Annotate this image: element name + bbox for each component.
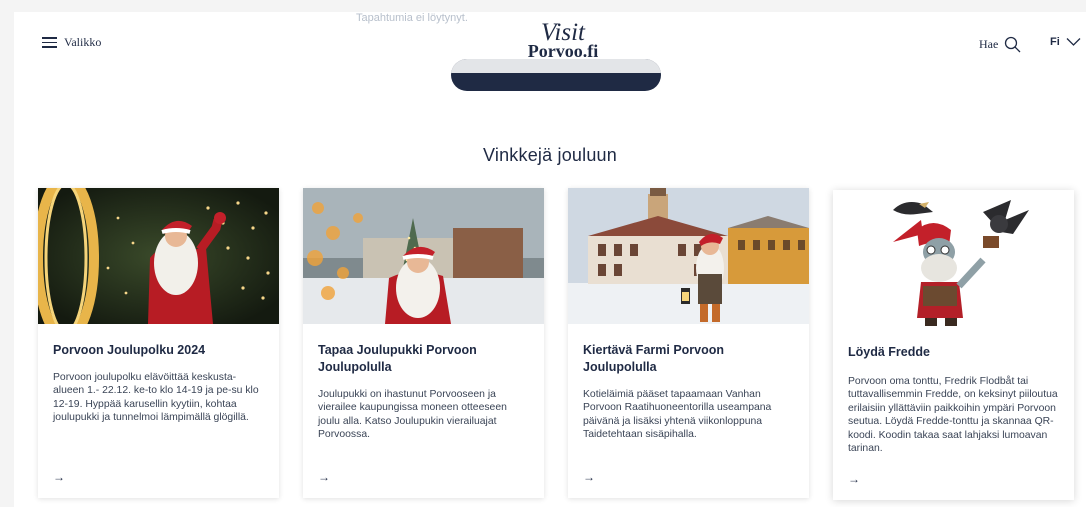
card-image-fredde-elf: [833, 190, 1074, 326]
card-text: Porvoon oma tonttu, Fredrik Flodbåt tai …: [848, 376, 1058, 455]
chevron-down-icon: [1066, 38, 1081, 46]
language-label: Fi: [1050, 36, 1060, 48]
card-image-santa-street: [303, 188, 544, 324]
card-image-town-hall: [568, 188, 809, 324]
card-text: Kotieläimiä pääset tapaamaan Vanhan Porv…: [583, 389, 772, 441]
hamburger-icon: [42, 37, 57, 48]
logo-porvoo-text: Porvoo.fi: [527, 41, 599, 61]
page: Tapahtumia ei löytynyt. Valikko Visit Po…: [14, 12, 1086, 507]
card-text: Porvoon joulupolku elävöittää keskusta-a…: [53, 372, 259, 424]
site-logo[interactable]: Visit Porvoo.fi: [518, 20, 608, 66]
card-joulupolku[interactable]: Porvoon Joulupolku 2024 Porvoon joulupol…: [38, 188, 279, 498]
card-image-santa-lights: [38, 188, 279, 324]
arrow-right-icon[interactable]: →: [583, 470, 595, 484]
card-title: Löydä Fredde: [848, 345, 930, 359]
card-loyda-fredde[interactable]: Löydä Fredde Porvoon oma tonttu, Fredrik…: [833, 190, 1074, 500]
search-icon: [1005, 36, 1021, 53]
card-kiertava-farmi[interactable]: Kiertävä Farmi Porvoon Joulupolulla Koti…: [568, 188, 809, 498]
card-text: Joulupukki on ihastunut Porvooseen ja vi…: [318, 389, 507, 441]
menu-button[interactable]: Valikko: [42, 35, 101, 50]
arrow-right-icon[interactable]: →: [318, 470, 330, 484]
search-label: Hae: [979, 37, 999, 51]
language-selector[interactable]: Fi: [1050, 36, 1081, 48]
card-title: Tapaa Joulupukki Porvoon Joulupolulla: [318, 343, 477, 374]
arrow-right-icon[interactable]: →: [848, 472, 860, 486]
site-header: Valikko Visit Porvoo.fi Hae Fi: [14, 12, 1086, 78]
card-title: Porvoon Joulupolku 2024: [53, 343, 206, 357]
section-title: Vinkkejä jouluun: [483, 145, 617, 165]
menu-label: Valikko: [64, 35, 102, 49]
arrow-right-icon[interactable]: →: [53, 470, 65, 484]
card-tapaa-joulupukki[interactable]: Tapaa Joulupukki Porvoon Joulupolulla Jo…: [303, 188, 544, 498]
search-button[interactable]: Hae: [979, 36, 1021, 53]
card-title: Kiertävä Farmi Porvoon Joulupolulla: [583, 343, 725, 374]
